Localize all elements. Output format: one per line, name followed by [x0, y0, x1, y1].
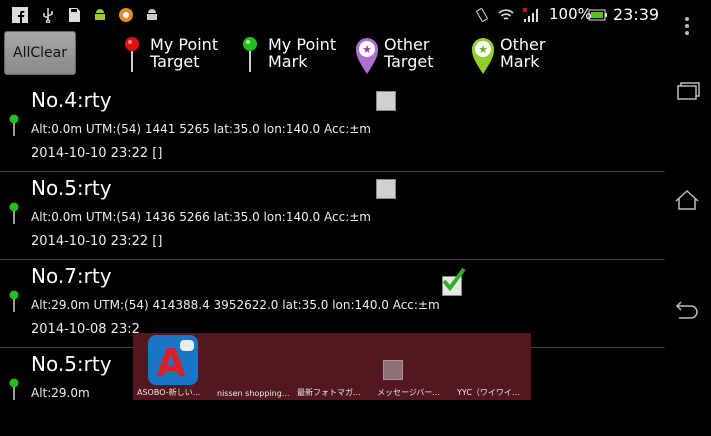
item-info: Alt:29.0m UTM:(54) 414388.4 3952622.0 la…: [31, 298, 440, 312]
legend-label: My Point Mark: [268, 35, 337, 71]
app-icon: [119, 8, 133, 22]
recent-app-label: nissen shopping...: [217, 389, 290, 398]
recent-apps-button[interactable]: [663, 73, 711, 113]
sd-card-icon: [69, 8, 80, 22]
recent-app-item[interactable]: 最新フォトマガ...: [297, 333, 377, 400]
home-button[interactable]: [663, 180, 711, 220]
recent-app-label: 最新フォトマガ...: [297, 388, 361, 397]
battery-percent: 100%: [549, 5, 592, 23]
item-title: No.5:rty: [31, 176, 112, 200]
recent-app-item[interactable]: A ASOBO-新しい...: [137, 333, 217, 400]
checkmark-icon: [442, 267, 466, 292]
menu-button[interactable]: [663, 5, 711, 45]
item-title: No.5:rty: [31, 352, 112, 376]
svg-text:★: ★: [362, 43, 372, 56]
list-item[interactable]: No.4:rty Alt:0.0m UTM:(54) 1441 5265 lat…: [0, 84, 665, 172]
legend-label: Other Mark: [500, 35, 546, 71]
overflow-menu-icon: [685, 17, 689, 35]
recent-apps-icon: [677, 82, 700, 100]
status-bar: 100% 23:39: [0, 0, 711, 30]
wifi-icon: [498, 9, 514, 20]
item-title: No.7:rty: [31, 264, 112, 288]
android-icon: [147, 9, 157, 20]
recent-app-label: YYC（ワイワイ...: [457, 388, 520, 397]
item-checkbox[interactable]: [376, 179, 396, 199]
item-date: 2014-10-08 23:2: [31, 322, 140, 337]
legend-label: My Point Target: [150, 35, 219, 71]
green-pin-icon: [9, 378, 19, 400]
signal-icon: [522, 7, 538, 22]
recent-app-item[interactable]: nissen shopping...: [217, 333, 297, 400]
home-icon: [675, 189, 699, 210]
green-pin-icon: [9, 290, 19, 312]
green-pin-icon: [243, 37, 257, 72]
back-button[interactable]: [663, 292, 711, 332]
item-title: No.4:rty: [31, 88, 112, 112]
asobo-app-icon: A: [148, 335, 198, 385]
item-checkbox[interactable]: [376, 91, 396, 111]
back-icon: [675, 301, 698, 319]
recent-app-label: メッセージバー...: [377, 388, 440, 397]
purple-marker-icon: ★: [356, 38, 378, 74]
green-marker-icon: ★: [472, 38, 494, 74]
clock: 23:39: [613, 5, 660, 24]
android-icon: [95, 9, 105, 20]
recent-apps-overlay: A ASOBO-新しい... nissen shopping... 最新フォトマ…: [133, 333, 531, 400]
list-item[interactable]: No.5:rty Alt:0.0m UTM:(54) 1436 5266 lat…: [0, 172, 665, 260]
recent-app-label: ASOBO-新しい...: [137, 388, 201, 397]
battery-icon: [588, 9, 607, 21]
green-pin-icon: [9, 114, 19, 136]
recent-app-item[interactable]: YYC（ワイワイ...: [457, 333, 531, 400]
recent-app-item[interactable]: メッセージバー...: [377, 333, 457, 400]
item-info: Alt:0.0m UTM:(54) 1441 5265 lat:35.0 lon…: [31, 122, 371, 136]
facebook-icon: [12, 7, 28, 23]
item-checkbox[interactable]: [442, 267, 466, 296]
item-info: Alt:0.0m UTM:(54) 1436 5266 lat:35.0 lon…: [31, 210, 371, 224]
item-info: Alt:29.0m: [31, 386, 90, 400]
navigation-bar: [663, 0, 711, 400]
app-icon: [383, 360, 403, 380]
usb-icon: [43, 8, 53, 23]
item-date: 2014-10-10 23:22 []: [31, 234, 163, 249]
item-date: 2014-10-10 23:22 []: [31, 146, 163, 161]
red-pin-icon: [125, 37, 139, 72]
legend-label: Other Target: [384, 35, 434, 71]
allclear-button[interactable]: AllClear: [4, 31, 76, 75]
svg-text:★: ★: [478, 43, 488, 56]
green-pin-icon: [9, 202, 19, 224]
vibrate-icon: [476, 8, 488, 22]
